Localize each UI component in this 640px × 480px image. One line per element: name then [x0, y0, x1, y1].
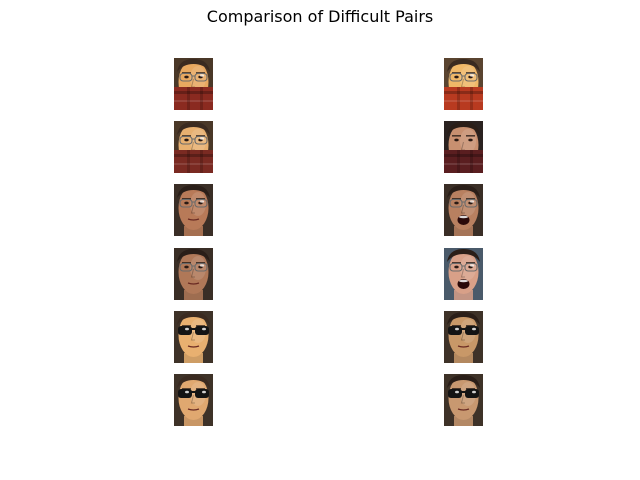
figure-title: Comparison of Difficult Pairs [206, 7, 434, 26]
face-image-right [444, 374, 483, 426]
face-image-left [174, 58, 213, 110]
face-image-right [444, 184, 483, 236]
face-image-right [444, 58, 483, 110]
figure-canvas: Comparison of Difficult Pairs [0, 0, 640, 480]
face-image-left [174, 121, 213, 173]
face-image-left [174, 374, 213, 426]
face-image-right [444, 248, 483, 300]
face-image-left [174, 184, 213, 236]
face-image-left [174, 248, 213, 300]
face-image-left [174, 311, 213, 363]
face-image-right [444, 311, 483, 363]
face-image-right [444, 121, 483, 173]
